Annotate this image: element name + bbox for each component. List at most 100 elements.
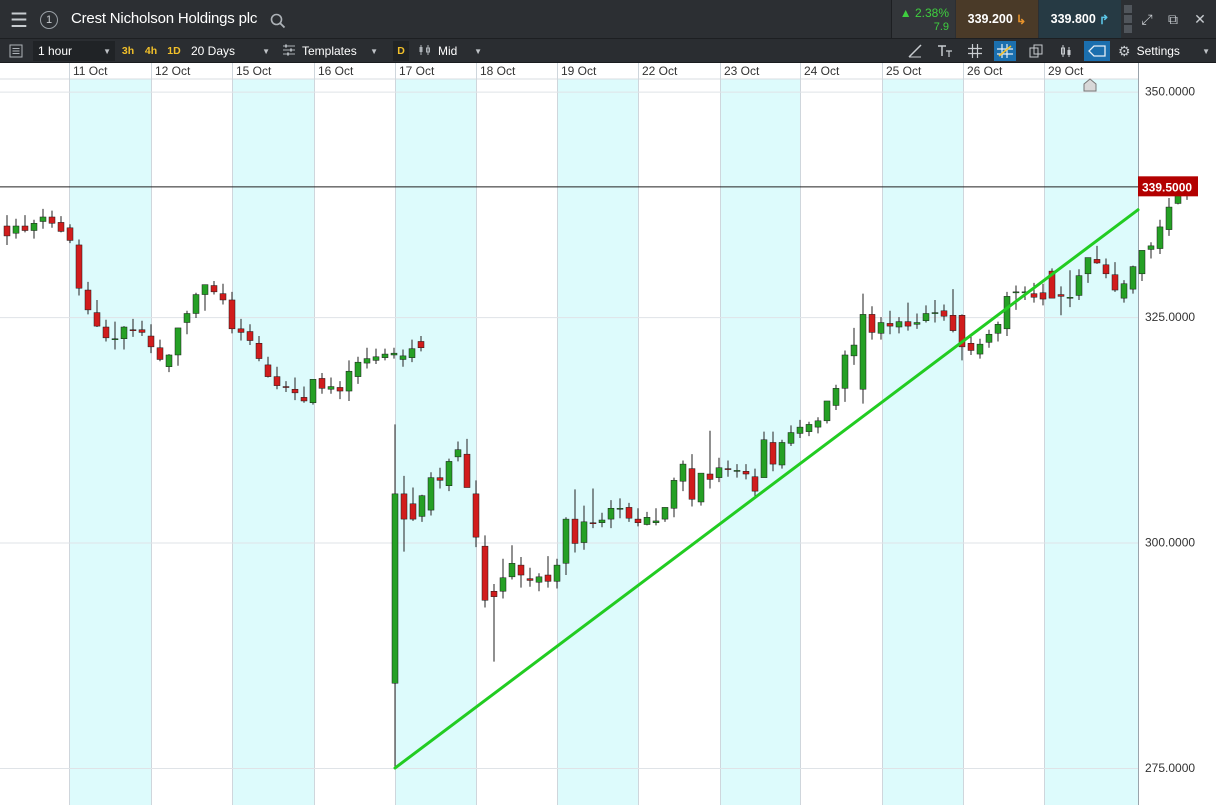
candle-body	[472, 493, 480, 538]
settings-label: Settings	[1136, 44, 1180, 58]
candle-body	[345, 370, 353, 392]
candle-body	[111, 338, 119, 340]
candle-body	[652, 520, 660, 523]
search-icon[interactable]	[268, 9, 288, 33]
chart-toolbar: 1 hour ▼ 3h 4h 1D 20 Days ▼ Templates ▼ …	[0, 39, 1216, 63]
list-icon[interactable]	[5, 41, 27, 61]
candle-body	[66, 227, 74, 241]
candle-body	[210, 285, 218, 293]
interval-select[interactable]: 1 hour ▼	[33, 41, 115, 61]
buy-button[interactable]: 339.800 ↱	[1039, 0, 1121, 38]
x-tick-label: 16 Oct	[318, 64, 354, 78]
candle-body	[814, 420, 822, 428]
candle-body	[156, 347, 164, 360]
candle-body	[1165, 206, 1173, 230]
candle-body	[174, 327, 182, 356]
chevron-down-icon: ▼	[262, 46, 270, 56]
candle-body	[985, 333, 993, 343]
chevron-down-icon: ▼	[474, 46, 482, 56]
price-tag-label: 339.5000	[1142, 180, 1192, 194]
crosshair-icon[interactable]	[994, 41, 1016, 61]
candle-body	[841, 354, 849, 389]
settings-button[interactable]: ⚙ Settings ▼	[1118, 41, 1216, 61]
scroll-handle-icon[interactable]	[1122, 5, 1134, 33]
interval-3h-button[interactable]: 3h	[119, 41, 137, 61]
draw-line-icon[interactable]	[904, 41, 926, 61]
grid-icon[interactable]	[964, 41, 986, 61]
candle-body	[246, 331, 254, 341]
sell-price: 339.200	[967, 12, 1013, 26]
candle-body	[1066, 297, 1074, 299]
candle-body	[1156, 226, 1164, 249]
day-band	[1044, 79, 1138, 805]
close-icon[interactable]: ✕	[1189, 8, 1211, 30]
d-button[interactable]: D	[393, 41, 409, 61]
candle-body	[616, 508, 624, 510]
candle-body	[399, 355, 407, 360]
candle-body	[372, 356, 380, 361]
candle-body	[643, 517, 651, 525]
day-band	[232, 79, 314, 805]
candle-body	[84, 289, 92, 311]
candle-up	[778, 439, 786, 469]
popout-icon[interactable]: ⧉	[1162, 8, 1184, 30]
candle-body	[228, 299, 236, 330]
candle-body	[634, 518, 642, 523]
x-tick-label: 23 Oct	[724, 64, 760, 78]
candle-body	[688, 468, 696, 500]
candle-body	[391, 493, 399, 684]
candle-body	[1030, 293, 1038, 298]
price-type-select[interactable]: Mid ▼	[418, 41, 486, 61]
y-tick-label: 350.0000	[1145, 85, 1195, 99]
candle-body	[967, 342, 975, 351]
tab-number-badge[interactable]: 1	[40, 11, 58, 29]
range-select[interactable]: 20 Days ▼	[186, 41, 274, 61]
candle-body	[526, 578, 534, 581]
candle-body	[237, 328, 245, 333]
candle-type-icon[interactable]	[1055, 41, 1077, 61]
candle-body	[381, 353, 389, 358]
candle-body	[1138, 250, 1146, 275]
templates-button[interactable]: Templates ▼	[282, 41, 382, 61]
x-tick-label: 29 Oct	[1048, 64, 1084, 78]
gear-icon: ⚙	[1118, 42, 1131, 59]
candle-body	[12, 225, 20, 234]
candle-body	[273, 376, 281, 386]
tag-icon[interactable]	[1084, 41, 1110, 61]
candle-body	[1084, 257, 1092, 275]
sell-button[interactable]: 339.200 ↳	[956, 0, 1038, 38]
candle-body	[120, 326, 128, 339]
candle-body	[138, 329, 146, 333]
price-chart[interactable]: 11 Oct 12 Oct 15 Oct 16 Oct 17 Oct 18 Oct 19 O…	[0, 63, 1216, 805]
candles-icon	[418, 44, 432, 59]
candle-body	[535, 576, 543, 583]
candle-body	[48, 216, 56, 224]
candle-body	[318, 378, 326, 389]
interval-4h-button[interactable]: 4h	[142, 41, 160, 61]
sell-arrow-icon: ↳	[1015, 12, 1027, 27]
change-points: 7.9	[933, 21, 949, 33]
candle-body	[291, 388, 299, 394]
candle-body	[850, 344, 858, 357]
current-price-tag: 339.5000	[1138, 176, 1198, 197]
interval-1d-button[interactable]: 1D	[165, 41, 183, 61]
menu-icon[interactable]: ☰	[7, 8, 31, 32]
text-tool-icon[interactable]	[934, 41, 956, 61]
candle-body	[490, 591, 498, 597]
candle-body	[796, 426, 804, 434]
candle-body	[363, 358, 371, 364]
templates-label: Templates	[302, 44, 357, 58]
range-value: 20 Days	[191, 44, 236, 58]
candle-body	[409, 503, 417, 520]
x-tick-label: 17 Oct	[399, 64, 435, 78]
candle-body	[454, 449, 462, 458]
candle-body	[1120, 283, 1128, 299]
candle-body	[21, 225, 29, 231]
title-bar: ☰ 1 Crest Nicholson Holdings plc ▲ 2.38%…	[0, 0, 1216, 39]
candle-body	[183, 313, 191, 323]
copy-chart-icon[interactable]	[1025, 41, 1047, 61]
candle-body	[706, 473, 714, 480]
instrument-name: Crest Nicholson Holdings plc	[71, 10, 258, 27]
expand-icon[interactable]: ⤢	[1136, 8, 1158, 30]
candle-body	[390, 352, 398, 356]
